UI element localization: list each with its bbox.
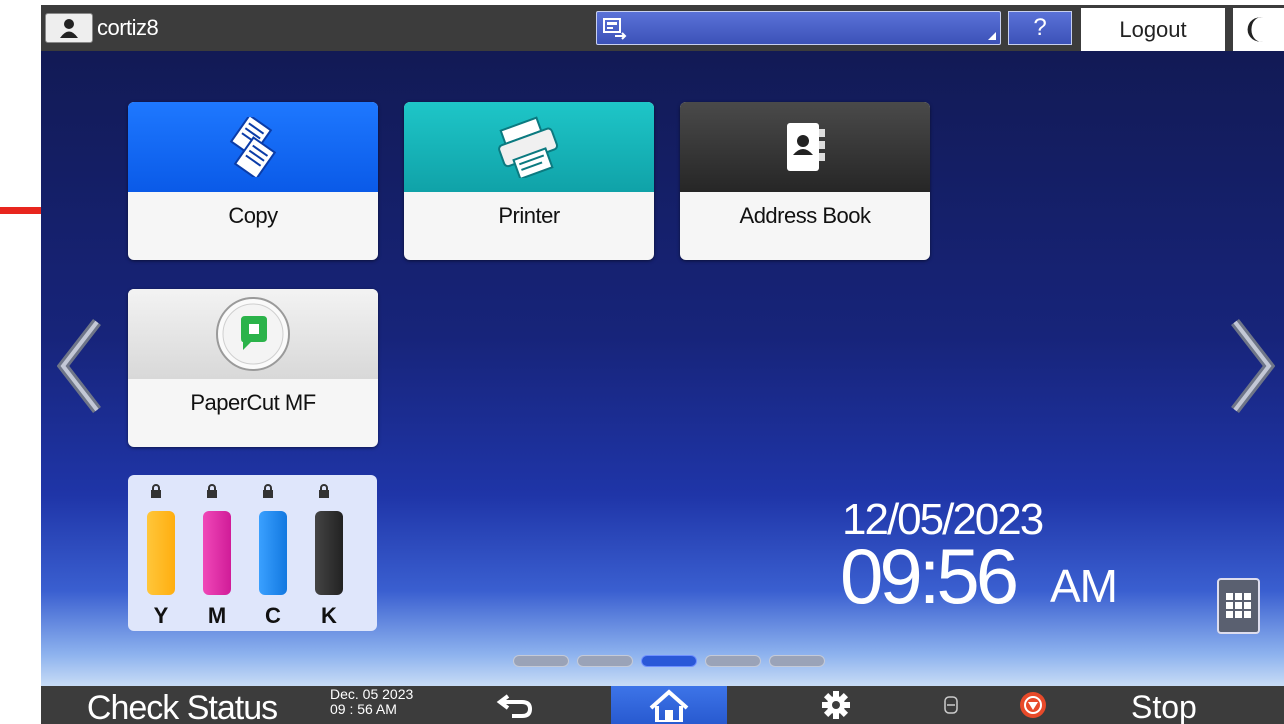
address-book-icon: [787, 123, 825, 171]
gear-icon: [822, 691, 850, 719]
data-storage-icon: [944, 696, 958, 714]
back-button[interactable]: [471, 686, 561, 724]
top-bar: cortiz8 ? Logout: [41, 5, 1284, 51]
stop-icon-button[interactable]: [1001, 686, 1121, 724]
lock-icon: [263, 484, 273, 498]
screen-switch-icon: [603, 18, 627, 40]
app-list-button[interactable]: [1217, 578, 1260, 634]
copy-icon: [229, 117, 277, 177]
home-screen: Copy Printer Address Book PaperCut MF Y …: [41, 51, 1284, 686]
lock-icon: [319, 484, 329, 498]
address-book-app-tile[interactable]: Address Book: [680, 102, 930, 260]
toner-label-m: M: [207, 603, 227, 628]
page-indicator-3[interactable]: [641, 655, 697, 667]
toner-level-widget[interactable]: Y M C K: [128, 475, 377, 631]
printer-app-label: Printer: [498, 203, 560, 228]
page-indicator-4[interactable]: [705, 655, 761, 667]
screen-mode-selector[interactable]: [596, 11, 1001, 45]
stop-icon: [1020, 692, 1046, 718]
user-icon: [45, 13, 93, 43]
dropdown-corner-icon: [988, 32, 996, 40]
papercut-app-tile[interactable]: PaperCut MF: [128, 289, 378, 447]
moon-icon: [1247, 17, 1263, 42]
settings-button[interactable]: [791, 686, 881, 724]
printer-app-tile[interactable]: Printer: [404, 102, 654, 260]
papercut-icon: [216, 297, 290, 371]
page-indicator-1[interactable]: [513, 655, 569, 667]
stop-button[interactable]: Stop: [1131, 686, 1197, 724]
user-info[interactable]: cortiz8: [45, 11, 159, 45]
page-indicator-5[interactable]: [769, 655, 825, 667]
data-indicator: [921, 686, 981, 724]
papercut-app-label: PaperCut MF: [190, 390, 316, 415]
footer-date: Dec. 05 2023: [330, 686, 414, 702]
logout-button[interactable]: Logout: [1081, 8, 1225, 51]
previous-page-arrow[interactable]: [57, 318, 105, 414]
current-time: 09:56: [840, 532, 1019, 620]
home-icon: [649, 689, 689, 722]
lock-icon: [151, 484, 161, 498]
energy-saver-button[interactable]: [1233, 8, 1284, 51]
page-indicator-2[interactable]: [577, 655, 633, 667]
grid-icon: [1225, 593, 1251, 618]
bottom-bar: Check Status Dec. 05 2023 09 : 56 AM Sto…: [41, 686, 1284, 724]
toner-label-y: Y: [153, 603, 169, 628]
lock-icon: [207, 484, 217, 498]
black-toner-cartridge: [315, 511, 343, 595]
copy-app-tile[interactable]: Copy: [128, 102, 378, 260]
cyan-toner-cartridge: [259, 511, 287, 595]
footer-time: 09 : 56 AM: [330, 701, 397, 717]
next-page-arrow[interactable]: [1227, 318, 1275, 414]
toner-label-k: K: [321, 603, 337, 628]
back-arrow-icon: [496, 694, 533, 718]
address-book-app-label: Address Book: [739, 203, 871, 228]
help-button[interactable]: ?: [1008, 11, 1072, 45]
home-button[interactable]: [611, 686, 727, 724]
yellow-toner-cartridge: [147, 511, 175, 595]
current-ampm: AM: [1050, 560, 1118, 612]
footer-datetime: Dec. 05 2023 09 : 56 AM: [330, 687, 413, 717]
printer-icon: [498, 116, 559, 178]
copy-app-label: Copy: [228, 203, 278, 228]
user-name: cortiz8: [97, 15, 159, 40]
toner-label-c: C: [265, 603, 281, 628]
magenta-toner-cartridge: [203, 511, 231, 595]
check-status-button[interactable]: Check Status: [41, 686, 323, 724]
